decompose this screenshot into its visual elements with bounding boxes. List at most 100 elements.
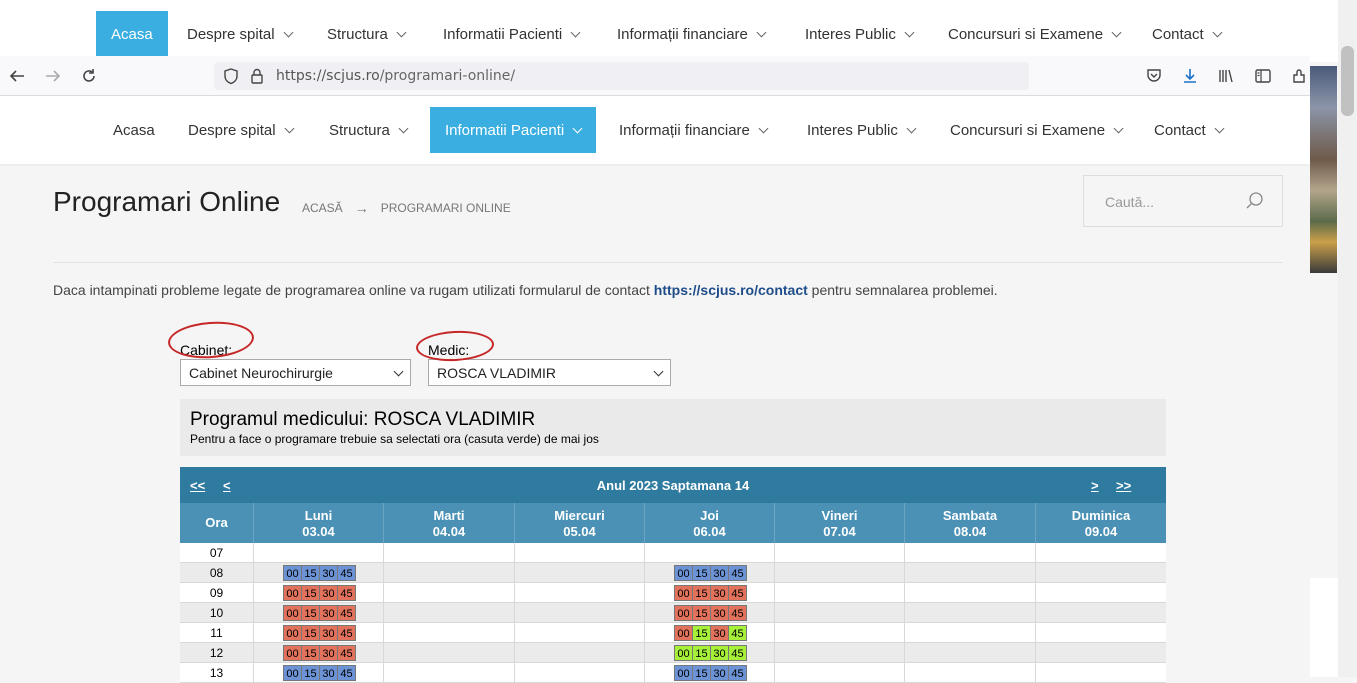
time-slot-green[interactable]: 15 <box>692 625 711 641</box>
nav-label: Concursuri si Examene <box>948 25 1104 43</box>
ghost-nav-interes[interactable]: Interes Public <box>790 11 928 57</box>
nav-informatii-pacienti[interactable]: Informatii Pacienti <box>430 107 597 153</box>
nav-label: Contact <box>1152 25 1204 43</box>
day-cell <box>383 543 514 563</box>
lock-icon[interactable] <box>249 67 265 90</box>
url-text: https://scjus.ro/programari-online/ <box>276 68 515 84</box>
day-cell <box>904 663 1035 683</box>
nav-label: Acasa <box>113 121 155 139</box>
time-slot-blue: 45 <box>337 665 356 681</box>
contact-link[interactable]: https://scjus.ro/contact <box>654 282 808 298</box>
day-cell <box>904 583 1035 603</box>
reload-icon[interactable] <box>77 64 101 88</box>
scrollbar-thumb[interactable] <box>1341 46 1354 116</box>
ghost-nav-contact[interactable]: Contact <box>1137 11 1236 57</box>
url-path: /programari-online/ <box>379 68 516 84</box>
slot-group: 00 15 30 45 <box>674 645 747 661</box>
day-name: Duminica <box>1071 508 1131 523</box>
day-cell <box>383 563 514 583</box>
program-title: Programul medicului: ROSCA VLADIMIR <box>190 409 536 430</box>
nav-despre-spital[interactable]: Despre spital <box>173 107 308 153</box>
day-cell <box>383 643 514 663</box>
calendar-row: 10 00 15 30 45 00 15 30 45 <box>180 603 1166 623</box>
day-header-marti: Marti 04.04 <box>383 503 514 543</box>
forward-icon[interactable] <box>41 64 65 88</box>
day-cell <box>514 583 644 603</box>
time-slot-red: 15 <box>301 605 320 621</box>
time-slot-red: 30 <box>319 605 338 621</box>
day-cell <box>1035 623 1166 643</box>
day-cell <box>774 583 904 603</box>
extensions-icon[interactable] <box>1287 64 1311 88</box>
slot-group: 00 15 30 45 <box>674 565 747 581</box>
ghost-nav-acasa[interactable]: Acasa <box>96 11 168 57</box>
day-cell <box>383 583 514 603</box>
ghost-nav-despre[interactable]: Despre spital <box>172 11 307 57</box>
time-slot-green[interactable]: 15 <box>692 645 711 661</box>
time-slot-red: 00 <box>283 645 302 661</box>
time-slot-green[interactable]: 45 <box>728 625 747 641</box>
nav-label: Informatii Pacienti <box>445 121 565 139</box>
address-bar[interactable]: https://scjus.ro/programari-online/ <box>214 62 1029 90</box>
calendar-row: 13 00 15 30 45 00 15 30 45 <box>180 663 1166 683</box>
nav-label: Concursuri si Examene <box>950 121 1106 139</box>
download-icon[interactable] <box>1178 64 1202 88</box>
day-cell <box>514 543 644 563</box>
day-cell <box>904 563 1035 583</box>
cabinet-select[interactable]: Cabinet Neurochirurgie <box>180 359 411 386</box>
search-icon[interactable] <box>1245 191 1265 211</box>
program-subtitle: Pentru a face o programare trebuie sa se… <box>190 432 599 446</box>
time-slot-red: 45 <box>337 585 356 601</box>
ghost-nav-financiare[interactable]: Informații financiare <box>602 11 780 57</box>
day-name: Luni <box>304 508 333 523</box>
nav-contact[interactable]: Contact <box>1139 107 1238 153</box>
shield-icon[interactable] <box>222 67 240 90</box>
time-slot-green[interactable]: 30 <box>710 645 729 661</box>
hour-label: 09 <box>209 586 224 600</box>
ghost-nav-structura[interactable]: Structura <box>312 11 420 57</box>
nav-label: Informații financiare <box>619 121 750 139</box>
nav-label: Structura <box>329 121 390 139</box>
ghost-nav-informatii[interactable]: Informatii Pacienti <box>428 11 594 57</box>
back-icon[interactable] <box>5 64 29 88</box>
ghost-nav-concursuri[interactable]: Concursuri si Examene <box>933 11 1135 57</box>
time-slot-green[interactable]: 00 <box>674 645 693 661</box>
time-slot-red: 30 <box>710 625 729 641</box>
time-slot-red: 30 <box>319 585 338 601</box>
chevron-down-icon <box>283 27 293 37</box>
nav-interes-public[interactable]: Interes Public <box>792 107 930 153</box>
page-title: Programari Online <box>53 186 281 217</box>
pocket-icon[interactable] <box>1142 64 1166 88</box>
next-week-link[interactable]: > <box>1091 478 1099 493</box>
time-slot-blue: 30 <box>319 665 338 681</box>
search-placeholder: Caută... <box>1105 194 1155 210</box>
day-name: Sambata <box>942 508 998 523</box>
time-slot-red: 30 <box>710 585 729 601</box>
day-date: 05.04 <box>563 524 596 539</box>
nav-concursuri[interactable]: Concursuri si Examene <box>935 107 1137 153</box>
sidebar-icon[interactable] <box>1251 64 1275 88</box>
cabinet-selected-value: Cabinet Neurochirurgie <box>189 365 333 381</box>
nav-acasa[interactable]: Acasa <box>98 107 170 153</box>
side-photo <box>1310 66 1337 273</box>
nav-informatii-financiare[interactable]: Informații financiare <box>604 107 782 153</box>
day-cell <box>514 663 644 683</box>
breadcrumb-home[interactable]: ACASĂ <box>302 201 343 215</box>
time-slot-green[interactable]: 45 <box>728 645 747 661</box>
last-week-link[interactable]: >> <box>1116 478 1131 493</box>
day-date: 09.04 <box>1084 524 1118 539</box>
breadcrumb-current: PROGRAMARI ONLINE <box>380 201 511 215</box>
day-cell <box>1035 543 1166 563</box>
slot-group: 00 15 30 45 <box>283 645 356 661</box>
day-cell <box>774 543 904 563</box>
time-slot-red: 45 <box>728 585 747 601</box>
day-date: 06.04 <box>693 524 726 539</box>
library-icon[interactable] <box>1214 64 1238 88</box>
chevron-down-icon <box>1214 123 1225 133</box>
nav-label: Contact <box>1154 121 1206 139</box>
day-name: Joi <box>700 508 719 523</box>
medic-select[interactable]: ROSCA VLADIMIR <box>428 359 671 386</box>
nav-label: Despre spital <box>187 25 275 43</box>
nav-structura[interactable]: Structura <box>314 107 422 153</box>
chevron-down-icon <box>393 366 404 377</box>
